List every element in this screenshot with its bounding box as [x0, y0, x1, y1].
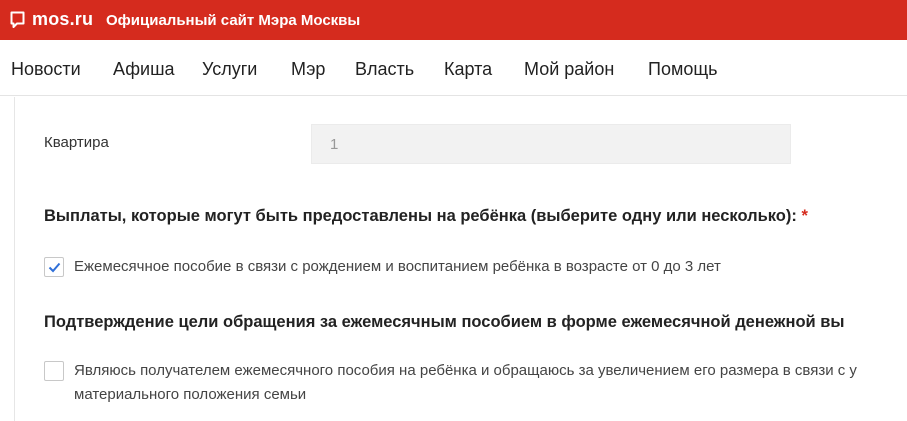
payments-title-text: Выплаты, которые могут быть предоставлен…	[44, 207, 797, 225]
recipient-confirmation-checkbox[interactable]	[44, 361, 64, 381]
content-left-border	[14, 97, 15, 421]
monthly-allowance-checkbox[interactable]	[44, 257, 64, 277]
nav-item-afisha[interactable]: Афиша	[113, 59, 175, 80]
logo-text[interactable]: mos.ru	[32, 9, 93, 30]
main-navigation: Новости Афиша Услуги Мэр Власть Карта Мо…	[0, 40, 907, 96]
nav-item-help[interactable]: Помощь	[648, 59, 718, 80]
top-header-bar: mos.ru Официальный сайт Мэра Москвы	[0, 0, 907, 40]
nav-item-map[interactable]: Карта	[444, 59, 492, 80]
nav-item-government[interactable]: Власть	[355, 59, 414, 80]
monthly-allowance-label[interactable]: Ежемесячное пособие в связи с рождением …	[74, 255, 721, 278]
confirmation-section-title: Подтверждение цели обращения за ежемесяч…	[44, 313, 845, 331]
nav-item-mayor[interactable]: Мэр	[291, 59, 325, 80]
apartment-label: Квартира	[44, 134, 109, 151]
form-content: Квартира Выплаты, которые могут быть пре…	[0, 97, 907, 421]
nav-item-my-district[interactable]: Мой район	[524, 59, 614, 80]
required-asterisk: *	[801, 207, 808, 225]
checkmark-icon	[48, 262, 61, 273]
nav-item-services[interactable]: Услуги	[202, 59, 257, 80]
payments-section-title: Выплаты, которые могут быть предоставлен…	[44, 207, 808, 226]
apartment-input[interactable]	[311, 124, 791, 164]
site-title: Официальный сайт Мэра Москвы	[106, 12, 361, 29]
recipient-confirmation-label-line2[interactable]: материального положения семьи	[74, 383, 306, 406]
mos-logo-icon[interactable]	[10, 11, 25, 29]
recipient-confirmation-label-line1[interactable]: Являюсь получателем ежемесячного пособия…	[74, 359, 857, 382]
nav-item-news[interactable]: Новости	[11, 59, 81, 80]
